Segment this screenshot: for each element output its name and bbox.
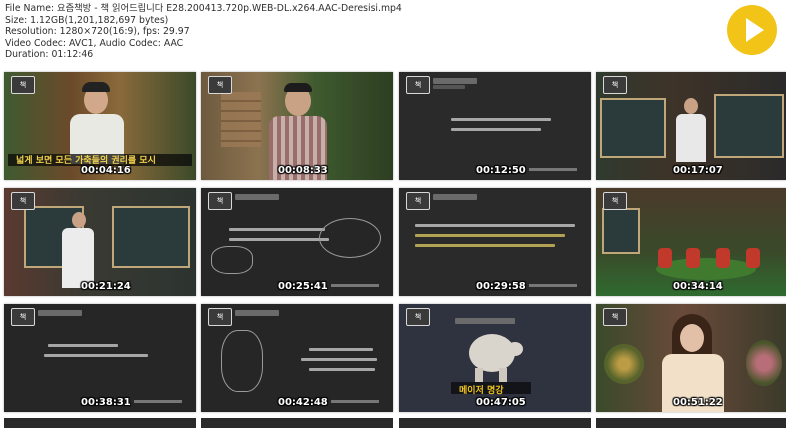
- narration-line: [415, 244, 555, 247]
- pig-sketch: [211, 246, 253, 274]
- timestamp: 00:42:48: [278, 397, 328, 408]
- thumbnail-grid: 책 넓게 보면 모든 가축들의 권리를 모시 00:04:16 책 00:08:…: [0, 0, 786, 428]
- show-logo: 책: [406, 308, 430, 326]
- chalkboard: [600, 98, 666, 158]
- show-logo: 책: [11, 192, 35, 210]
- pig-sketch: [319, 218, 381, 258]
- thumbnail-1[interactable]: 책 넓게 보면 모든 가축들의 권리를 모시 00:04:16: [4, 72, 196, 180]
- thumbnail-3[interactable]: 책 00:12:50: [399, 72, 591, 180]
- timestamp: 00:29:58: [476, 281, 526, 292]
- thumbnail-peek: [201, 418, 393, 428]
- title-chip: [235, 310, 279, 316]
- source-note: [134, 400, 182, 403]
- narration-line: [229, 228, 325, 231]
- chalkboard: [112, 206, 190, 268]
- timestamp: 00:21:24: [81, 281, 131, 292]
- narration-line: [451, 128, 541, 131]
- narration-line: [309, 368, 375, 371]
- show-logo: 책: [406, 192, 430, 210]
- timestamp: 00:51:22: [673, 397, 723, 408]
- source-note: [529, 168, 577, 171]
- thumbnail-2[interactable]: 책 00:08:33: [201, 72, 393, 180]
- source-note: [529, 284, 577, 287]
- narration-line: [451, 118, 551, 121]
- narration-line: [309, 348, 373, 351]
- thumbnail-peek: [399, 418, 591, 428]
- chalkboard: [714, 94, 784, 158]
- show-logo: 책: [11, 76, 35, 94]
- show-logo: 책: [603, 308, 627, 326]
- timestamp: 00:08:33: [278, 165, 328, 176]
- pig-sketch: [221, 330, 263, 392]
- timestamp: 00:04:16: [81, 165, 131, 176]
- subtitle-text: 메이저 명강: [459, 386, 504, 396]
- narration-line: [44, 354, 148, 357]
- thumbnail-11[interactable]: 책 메이저 명강 00:47:05: [399, 304, 591, 412]
- show-logo: 책: [208, 192, 232, 210]
- thumbnail-12[interactable]: 책 00:51:22: [596, 304, 786, 412]
- timestamp: 00:47:05: [476, 397, 526, 408]
- thumbnail-4[interactable]: 책 00:17:07: [596, 72, 786, 180]
- title-chip: [433, 194, 477, 200]
- narration-line: [415, 234, 565, 237]
- source-note: [331, 400, 379, 403]
- show-logo: 책: [208, 308, 232, 326]
- thumbnail-7[interactable]: 책 00:29:58: [399, 188, 591, 296]
- show-logo: 책: [406, 76, 430, 94]
- narration-line: [229, 238, 329, 241]
- timestamp: 00:12:50: [476, 165, 526, 176]
- thumbnail-8[interactable]: 책 00:34:14: [596, 188, 786, 296]
- thumbnail-peek: [4, 418, 196, 428]
- show-logo: 책: [603, 76, 627, 94]
- subtitle-chip: [433, 85, 465, 89]
- source-note: [331, 284, 379, 287]
- timestamp: 00:25:41: [278, 281, 328, 292]
- title-chip: [38, 310, 82, 316]
- timestamp: 00:38:31: [81, 397, 131, 408]
- title-chip: [433, 78, 477, 84]
- show-logo: 책: [208, 76, 232, 94]
- show-logo: 책: [603, 192, 627, 210]
- timestamp: 00:17:07: [673, 165, 723, 176]
- title-chip: [235, 194, 279, 200]
- narration-line: [301, 358, 377, 361]
- thumbnail-peek: [596, 418, 786, 428]
- thumbnail-9[interactable]: 책 00:38:31: [4, 304, 196, 412]
- narration-line: [415, 224, 575, 227]
- show-logo: 책: [11, 308, 35, 326]
- narration-line: [48, 344, 118, 347]
- timestamp: 00:34:14: [673, 281, 723, 292]
- thumbnail-6[interactable]: 책 00:25:41: [201, 188, 393, 296]
- title-chip: [455, 318, 515, 324]
- chalkboard: [602, 208, 640, 254]
- thumbnail-5[interactable]: 책 00:21:24: [4, 188, 196, 296]
- thumbnail-10[interactable]: 책 00:42:48: [201, 304, 393, 412]
- pig-snout: [507, 342, 523, 356]
